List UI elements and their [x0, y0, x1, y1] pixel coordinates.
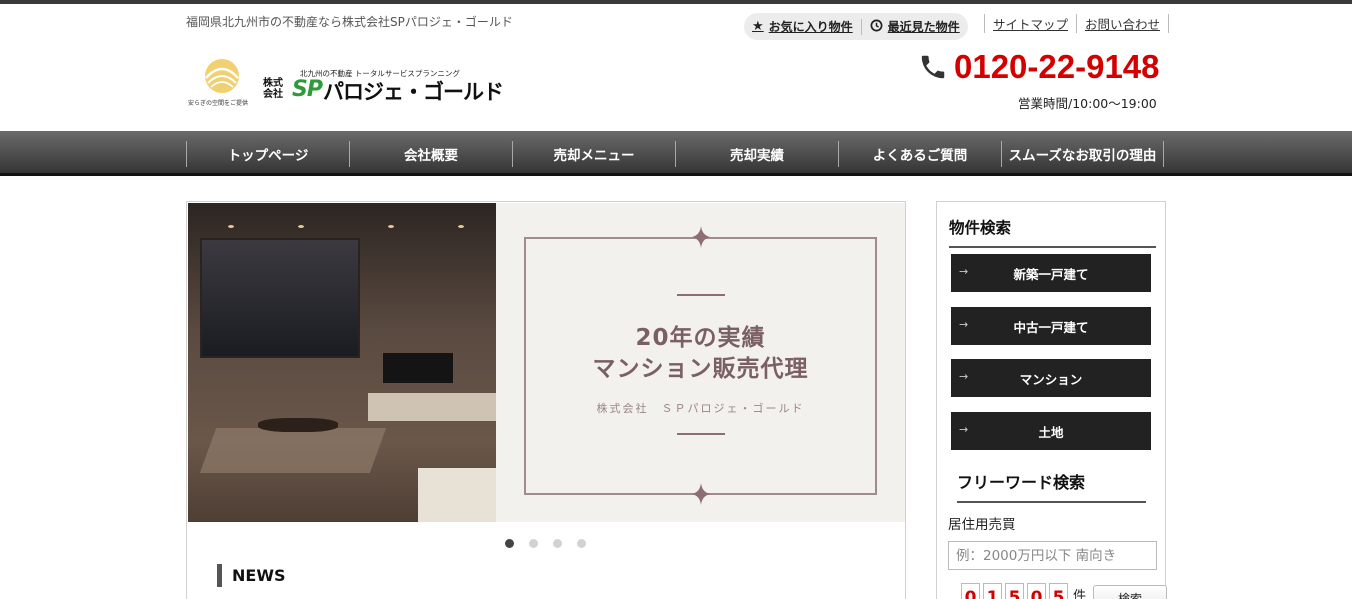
header-links: サイトマップ お問い合わせ: [984, 14, 1170, 33]
result-counter: 0 1 5 0 5 件: [961, 583, 1086, 599]
search-used-house-button[interactable]: → 中古一戸建て: [951, 307, 1151, 345]
search-land-button[interactable]: → 土地: [951, 412, 1151, 450]
contact-link[interactable]: お問い合わせ: [1076, 14, 1170, 33]
site-tagline: 福岡県北九州市の不動産なら株式会社SPパロジェ・ゴールド: [186, 15, 513, 29]
main-content: 20年の実績 マンション販売代理 株式会社 ＳＰパロジェ・ゴールド NEWS: [186, 201, 906, 599]
recent-link[interactable]: 最近見た物件: [870, 18, 960, 35]
counter-digit: 5: [1049, 583, 1068, 599]
nav-item-results[interactable]: 売却実績: [675, 141, 838, 167]
business-hours: 営業時間/10:00～19:00: [1018, 96, 1157, 111]
slide-company: 株式会社 ＳＰパロジェ・ゴールド: [596, 402, 805, 415]
sidebar: 物件検索 → 新築一戸建て → 中古一戸建て → マンション → 土地 フリーワード検索…: [936, 201, 1167, 599]
user-utility-bar: ★ お気に入り物件 最近見た物件: [744, 13, 968, 40]
global-nav: トップページ 会社概要 売却メニュー 売却実績 よくあるご質問 スムーズなお取引…: [0, 131, 1352, 176]
arrow-right-icon: →: [959, 423, 969, 436]
nav-item-reasons[interactable]: スムーズなお取引の理由: [1001, 141, 1164, 167]
arrow-right-icon: →: [959, 318, 969, 331]
button-label: 新築一戸建て: [1013, 266, 1089, 282]
counter-digit: 0: [961, 583, 980, 599]
nav-item-company[interactable]: 会社概要: [349, 141, 512, 167]
slider-dot[interactable]: [577, 539, 586, 548]
slide-title-line1: 20年の実績: [635, 325, 766, 351]
counter-digit: 5: [1005, 583, 1024, 599]
history-icon: [870, 19, 883, 35]
logo-sp: SP: [292, 77, 323, 102]
freeword-input[interactable]: [948, 541, 1157, 570]
hero-photo: [188, 203, 496, 522]
search-mansion-button[interactable]: → マンション: [951, 359, 1151, 397]
recent-label: 最近見た物件: [887, 20, 960, 34]
button-label: 土地: [1038, 424, 1064, 440]
news-heading: NEWS: [217, 564, 286, 587]
favorites-label: お気に入り物件: [768, 20, 853, 34]
hero-text-panel: 20年の実績 マンション販売代理 株式会社 ＳＰパロジェ・ゴールド: [496, 203, 905, 522]
counter-digit: 0: [1027, 583, 1046, 599]
logo-tagline: 安らぎの空間をご提供: [188, 100, 249, 107]
button-label: マンション: [1019, 371, 1083, 387]
button-label: 中古一戸建て: [1013, 319, 1089, 335]
counter-digit: 1: [983, 583, 1002, 599]
slide-title-line2: マンション販売代理: [592, 356, 809, 382]
diamond-ornament-icon: [692, 226, 710, 248]
sitemap-link[interactable]: サイトマップ: [984, 14, 1076, 33]
category-label: 居住用売買: [948, 517, 1016, 533]
search-new-house-button[interactable]: → 新築一戸建て: [951, 254, 1151, 292]
slider-dots: [505, 539, 586, 548]
slider-dot[interactable]: [529, 539, 538, 548]
phone-number: 0120-22-9148: [954, 48, 1160, 85]
nav-item-sell-menu[interactable]: 売却メニュー: [512, 141, 675, 167]
arrow-right-icon: →: [959, 370, 969, 383]
logo-name: パロジェ・ゴールド: [323, 80, 504, 104]
hero-slide[interactable]: 20年の実績 マンション販売代理 株式会社 ＳＰパロジェ・ゴールド: [188, 203, 905, 522]
top-border: [0, 0, 1352, 4]
nav-item-top[interactable]: トップページ: [186, 141, 349, 167]
slider-dot[interactable]: [553, 539, 562, 548]
logo-kaisha: 株式会社: [263, 78, 283, 100]
arrow-right-icon: →: [959, 265, 969, 278]
phone-block[interactable]: 0120-22-9148: [918, 48, 1160, 86]
star-icon: ★: [752, 19, 764, 34]
slider-dot[interactable]: [505, 539, 514, 548]
favorites-link[interactable]: ★ お気に入り物件: [752, 18, 853, 35]
nav-item-faq[interactable]: よくあるご質問: [838, 141, 1001, 167]
counter-unit: 件: [1073, 589, 1087, 599]
site-logo[interactable]: 安らぎの空間をご提供 株式会社 北九州の不動産 トータルサービスプランニング S…: [188, 59, 504, 110]
logo-emblem-icon: [205, 59, 239, 93]
divider: [860, 18, 862, 35]
phone-icon: [921, 55, 945, 79]
freeword-search-button[interactable]: 検索: [1093, 585, 1167, 599]
property-search-title: 物件検索: [949, 216, 1156, 248]
freeword-search-title: フリーワード検索: [957, 469, 1146, 503]
diamond-ornament-icon: [692, 483, 710, 505]
